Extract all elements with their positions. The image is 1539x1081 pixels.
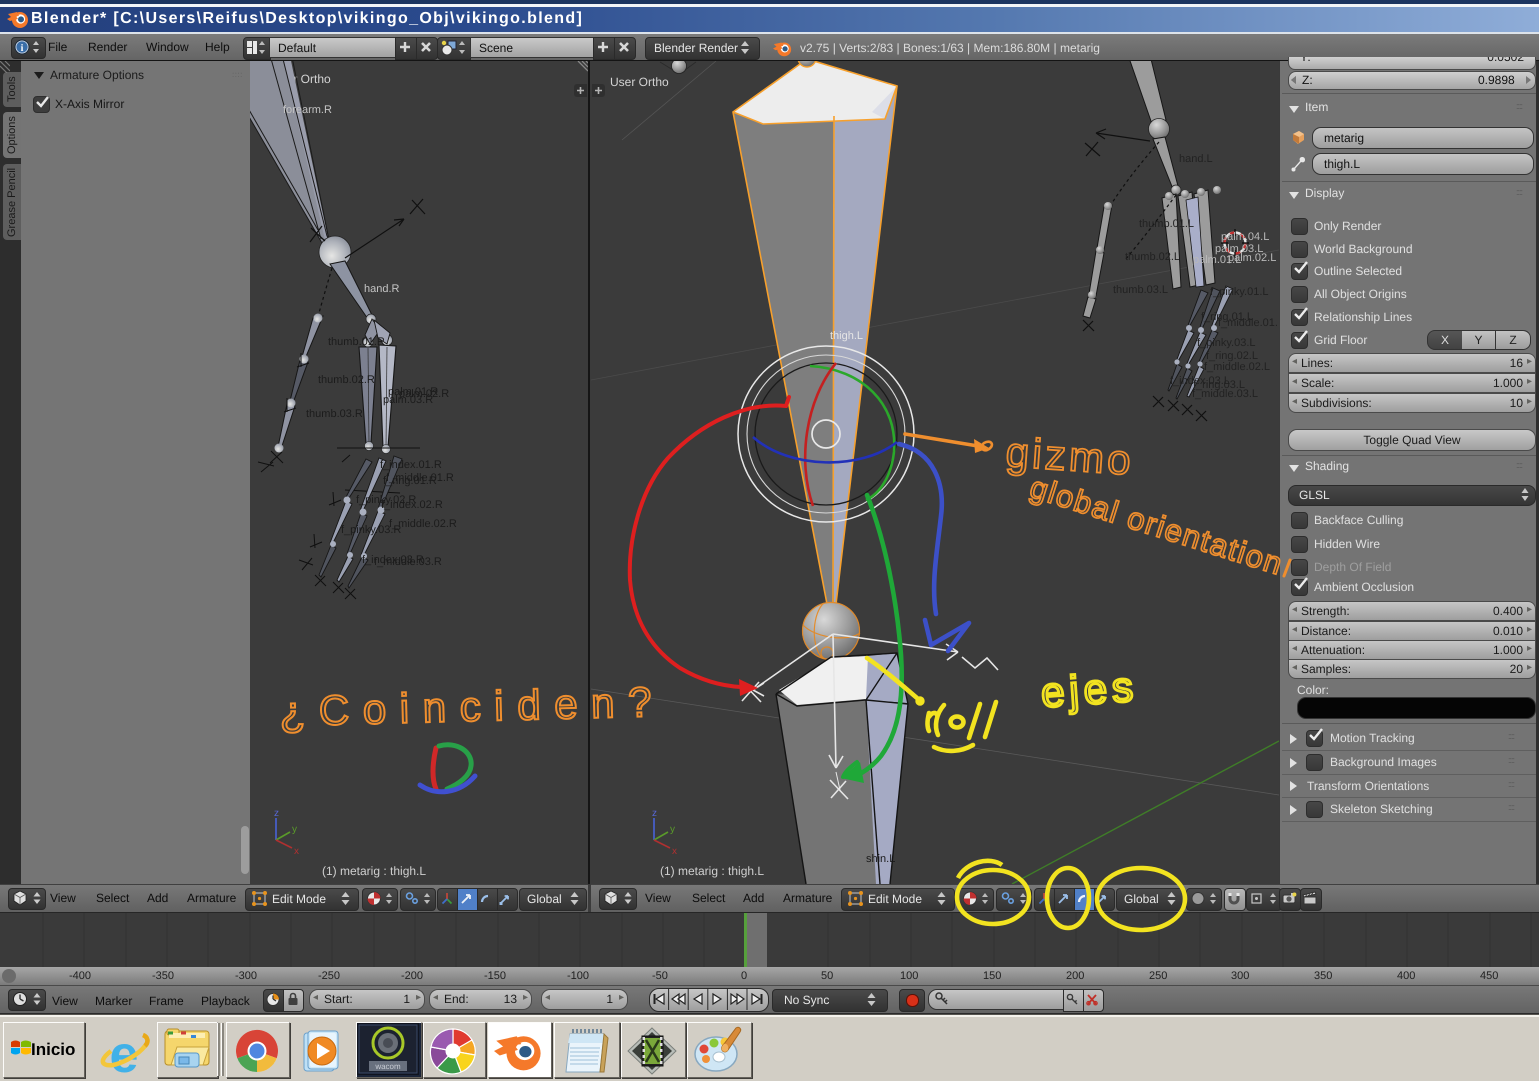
svg-text:palm.04.L: palm.04.L bbox=[1221, 231, 1269, 243]
svg-text:hand.R: hand.R bbox=[364, 283, 400, 295]
svg-text:thumb.01.R: thumb.01.R bbox=[328, 336, 385, 348]
svg-text:wacom: wacom bbox=[374, 1062, 401, 1071]
svg-text:forearm.R: forearm.R bbox=[283, 104, 332, 116]
svg-text:f_middle.03.R: f_middle.03.R bbox=[374, 556, 442, 568]
svg-text:thumb.02.R: thumb.02.R bbox=[318, 374, 375, 386]
svg-text:f_middle.03.L: f_middle.03.L bbox=[1192, 388, 1258, 400]
svg-text:palm.03.R: palm.03.R bbox=[383, 394, 433, 406]
svg-text:hand.L: hand.L bbox=[1179, 153, 1213, 165]
svg-text:f_middle.02.L: f_middle.02.L bbox=[1204, 361, 1270, 373]
svg-text:shin.L: shin.L bbox=[866, 853, 895, 865]
svg-text:thumb.02.L: thumb.02.L bbox=[1125, 251, 1180, 263]
svg-text:f_index.02.R: f_index.02.R bbox=[381, 499, 443, 511]
svg-text:thumb.03.R: thumb.03.R bbox=[306, 408, 363, 420]
svg-text:f_middle.01.: f_middle.01. bbox=[1218, 317, 1278, 329]
svg-text:f_ring.01.R: f_ring.01.R bbox=[383, 475, 437, 487]
svg-text:thumb.01.L: thumb.01.L bbox=[1139, 218, 1194, 230]
svg-text:f_pinky.03.R: f_pinky.03.R bbox=[341, 524, 401, 536]
svg-text:thigh.L: thigh.L bbox=[830, 330, 863, 342]
svg-text:thumb.03.L: thumb.03.L bbox=[1113, 284, 1168, 296]
svg-text:f_pinky.03.L: f_pinky.03.L bbox=[1197, 337, 1256, 349]
svg-text:f_index.01.R: f_index.01.R bbox=[380, 459, 442, 471]
svg-text:i: i bbox=[21, 43, 24, 54]
svg-text:f_pinky.01.L: f_pinky.01.L bbox=[1210, 286, 1269, 298]
svg-text:palm.01.L: palm.01.L bbox=[1193, 254, 1241, 266]
